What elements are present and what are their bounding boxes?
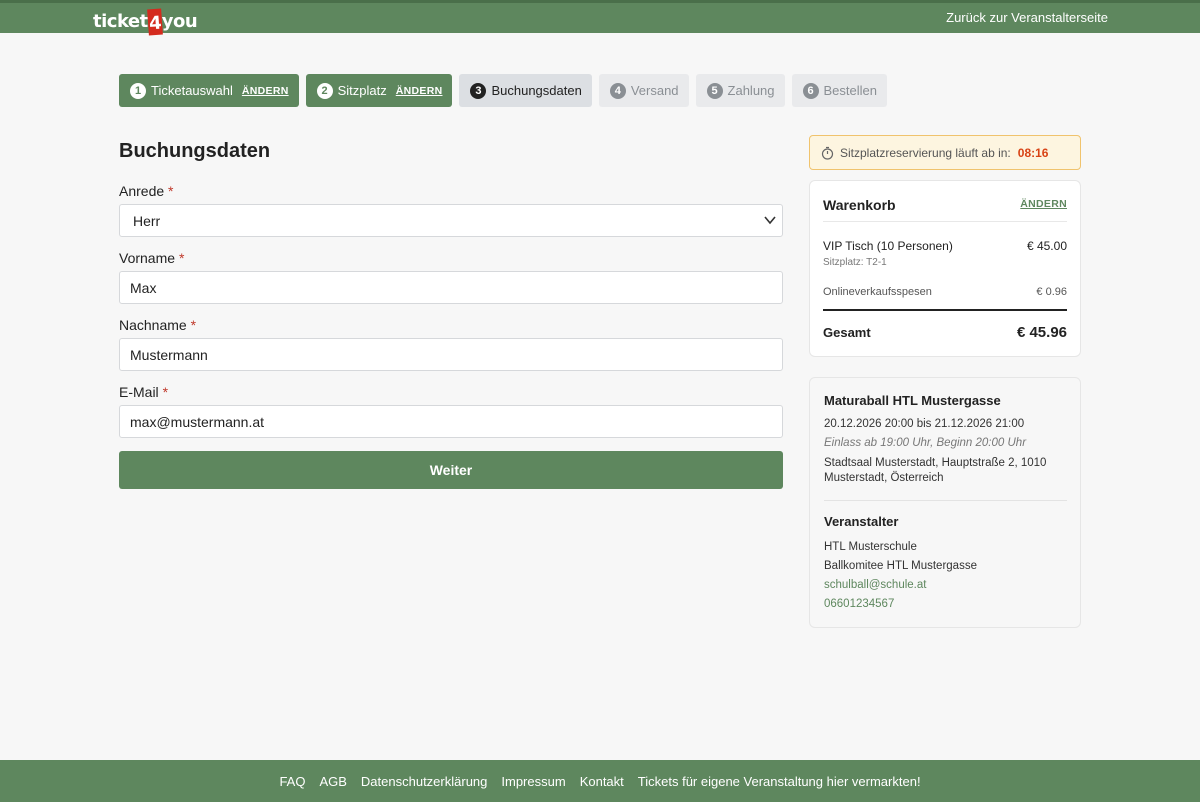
step-zahlung: 5 Zahlung <box>695 74 785 107</box>
required-mark: * <box>162 384 169 400</box>
organizer-committee: Ballkomitee HTL Mustergasse <box>824 560 977 572</box>
step-sitzplatz[interactable]: 2 Sitzplatz ÄNDERN <box>305 74 453 107</box>
back-to-organizer-link[interactable]: Zurück zur Veranstalterseite <box>946 10 1108 25</box>
step-label: Bestellen <box>823 83 877 98</box>
cart-item-price: € 45.00 <box>1026 239 1067 253</box>
shopping-cart: Warenkorb ÄNDERN VIP Tisch (10 Personen)… <box>809 180 1081 357</box>
required-mark: * <box>178 250 185 266</box>
continue-button[interactable]: Weiter <box>119 451 783 489</box>
firstname-input[interactable]: Max <box>119 271 783 304</box>
cart-header: Warenkorb ÄNDERN <box>823 181 1067 222</box>
firstname-group: Vorname * Max <box>119 250 783 304</box>
footer-link-contact[interactable]: Kontakt <box>580 774 624 789</box>
total-label: Gesamt <box>823 325 871 340</box>
lastname-group: Nachname * Mustermann <box>119 317 783 371</box>
step-label: Ticketauswahl <box>151 83 233 98</box>
chevron-down-icon <box>764 216 776 225</box>
footer-link-sell-tickets[interactable]: Tickets für eigene Veranstaltung hier ve… <box>638 774 921 789</box>
step-buchungsdaten: 3 Buchungsdaten <box>459 74 592 107</box>
cart-item-seat: Sitzplatz: T2-1 <box>823 257 887 268</box>
required-mark: * <box>168 183 174 199</box>
fee-price: € 0.96 <box>1036 286 1067 298</box>
page-title: Buchungsdaten <box>119 140 271 162</box>
organizer-title: Veranstalter <box>824 514 899 529</box>
step-label: Versand <box>630 83 679 98</box>
footer-link-faq[interactable]: FAQ <box>279 774 305 789</box>
fee-label: Onlineverkaufsspesen <box>823 286 932 298</box>
timer-countdown: 08:16 <box>1017 145 1049 160</box>
email-input[interactable]: max@mustermann.at <box>119 405 783 438</box>
reservation-timer: Sitzplatzreservierung läuft ab in: 08:16 <box>809 135 1081 170</box>
organizer-email-link[interactable]: schulball@schule.at <box>824 579 1067 591</box>
footer-link-agb[interactable]: AGB <box>319 774 346 789</box>
event-title: Maturaball HTL Mustergasse <box>824 393 1001 408</box>
step-number: 2 <box>316 82 333 99</box>
organizer-phone-link[interactable]: 06601234567 <box>824 598 1067 610</box>
booking-form: Buchungsdaten Anrede * Herr Vorname * Ma… <box>119 140 783 489</box>
step-versand: 4 Versand <box>598 74 689 107</box>
event-info-card: Maturaball HTL Mustergasse 20.12.2026 20… <box>809 377 1081 628</box>
step-number: 1 <box>130 82 146 99</box>
lastname-label: Nachname * <box>119 317 197 333</box>
step-label: Sitzplatz <box>337 83 387 98</box>
firstname-value: Max <box>130 279 157 296</box>
logo-text-ticket: ticket <box>93 11 148 32</box>
email-value: max@mustermann.at <box>130 413 265 430</box>
email-label: E-Mail * <box>119 384 169 400</box>
step-label: Buchungsdaten <box>491 83 582 98</box>
logo-text-you: you <box>161 11 198 32</box>
email-group: E-Mail * max@mustermann.at <box>119 384 783 438</box>
firstname-label: Vorname * <box>119 250 185 266</box>
footer-link-privacy[interactable]: Datenschutzerklärung <box>361 774 487 789</box>
total-price: € 45.96 <box>1016 324 1067 341</box>
organizer-name: HTL Musterschule <box>824 541 917 553</box>
footer-link-imprint[interactable]: Impressum <box>501 774 565 789</box>
salutation-value: Herr <box>133 212 161 229</box>
step-label: Zahlung <box>727 83 775 98</box>
step-number: 3 <box>470 82 487 99</box>
lastname-input[interactable]: Mustermann <box>119 338 783 371</box>
event-address: Stadtsaal Musterstadt, Hauptstraße 2, 10… <box>824 457 1047 484</box>
salutation-select[interactable]: Herr <box>119 204 783 237</box>
step-number: 4 <box>609 82 626 99</box>
step-edit-link[interactable]: ÄNDERN <box>396 85 443 97</box>
cart-edit-link[interactable]: ÄNDERN <box>1020 198 1067 210</box>
timer-label: Sitzplatzreservierung läuft ab in: <box>840 145 1011 160</box>
event-date: 20.12.2026 20:00 bis 21.12.2026 21:00 <box>824 418 1025 430</box>
salutation-group: Anrede * Herr <box>119 183 783 237</box>
top-navigation-bar: ticket4you Zurück zur Veranstalterseite <box>0 0 1200 36</box>
stopwatch-icon <box>821 146 834 160</box>
lastname-value: Mustermann <box>130 346 208 363</box>
step-ticketauswahl[interactable]: 1 Ticketauswahl ÄNDERN <box>119 74 299 107</box>
step-number: 6 <box>802 82 819 99</box>
logo-text-4: 4 <box>146 8 163 36</box>
cart-item-name: VIP Tisch (10 Personen) <box>823 239 953 253</box>
step-bestellen: 6 Bestellen <box>791 74 887 107</box>
cart-fee-row: Onlineverkaufsspesen € 0.96 <box>823 286 1067 311</box>
required-mark: * <box>190 317 197 333</box>
event-admission: Einlass ab 19:00 Uhr, Beginn 20:00 Uhr <box>824 437 1027 449</box>
cart-title: Warenkorb <box>823 196 896 213</box>
checkout-stepper: 1 Ticketauswahl ÄNDERN 2 Sitzplatz ÄNDER… <box>119 74 887 107</box>
step-number: 5 <box>706 82 723 99</box>
salutation-label: Anrede * <box>119 183 174 199</box>
step-edit-link[interactable]: ÄNDERN <box>242 85 289 97</box>
footer: FAQ AGB Datenschutzerklärung Impressum K… <box>0 760 1200 802</box>
cart-item: VIP Tisch (10 Personen) Sitzplatz: T2-1 … <box>823 222 1067 268</box>
divider <box>824 500 1067 501</box>
cart-total-row: Gesamt € 45.96 <box>823 324 1067 341</box>
ticket4you-logo[interactable]: ticket4you <box>93 7 198 36</box>
